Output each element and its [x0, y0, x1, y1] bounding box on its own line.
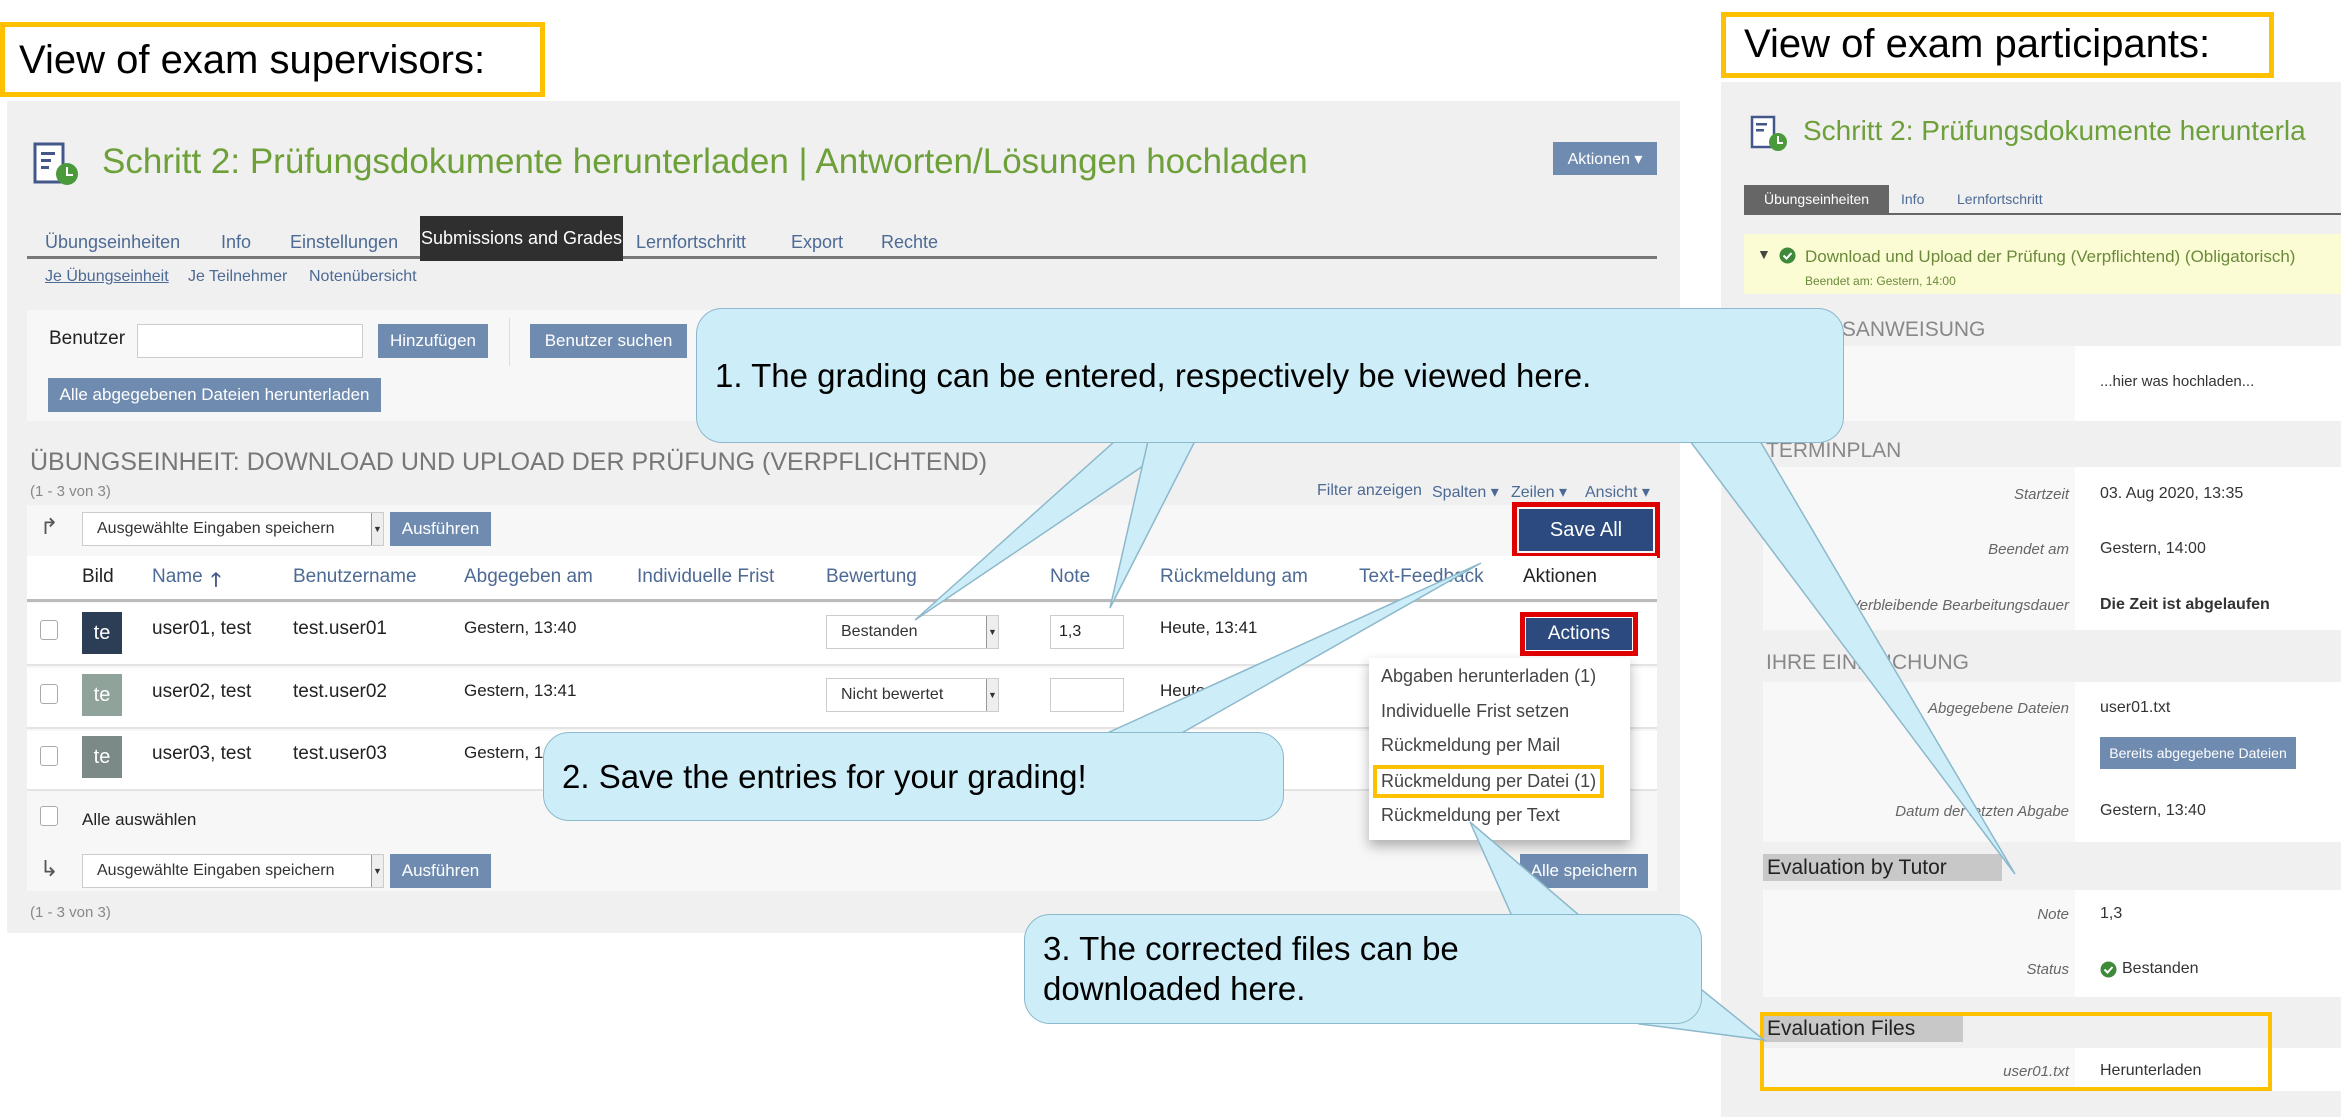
callout-3: 3. The corrected files can be downloaded… — [1024, 914, 1702, 1024]
callout-1: 1. The grading can be entered, respectiv… — [696, 308, 1844, 443]
callout-1-tail-evaluation — [1688, 440, 2016, 875]
callout-2: 2. Save the entries for your grading! — [543, 732, 1284, 821]
callout-2-tail — [1104, 562, 1482, 735]
callout-3-tail-menu — [1469, 821, 1583, 917]
